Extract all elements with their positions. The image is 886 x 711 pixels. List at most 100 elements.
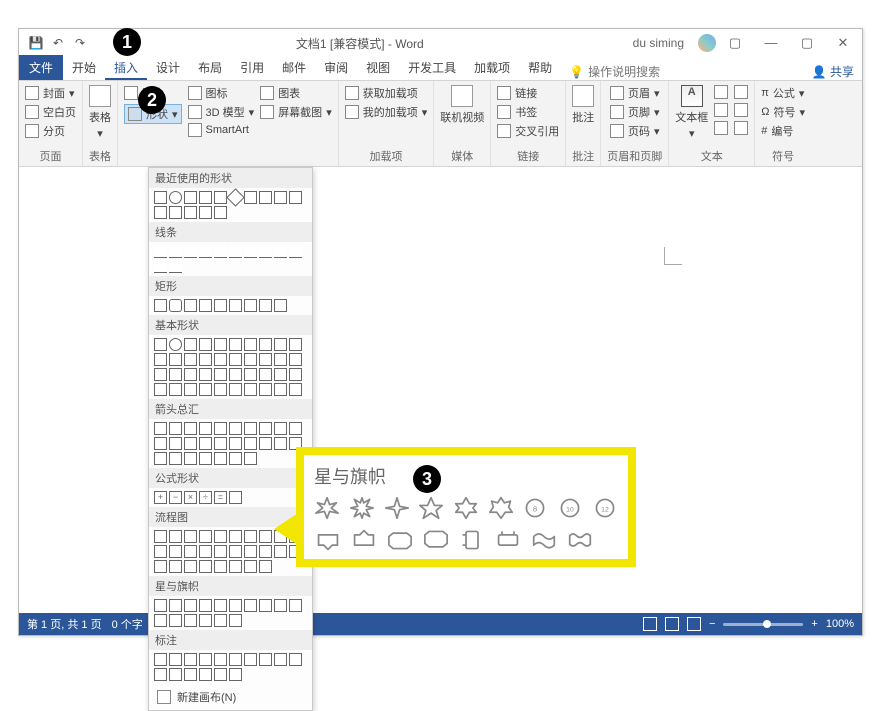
- cover-page-button[interactable]: 封面 ▾: [25, 85, 75, 101]
- status-bar: 第 1 页, 共 1 页 0 个字 中文(中国) ▦ − + 100%: [19, 613, 862, 635]
- footer-button[interactable]: 页脚 ▾: [610, 104, 660, 120]
- tab-developer[interactable]: 开发工具: [399, 55, 465, 80]
- explosion1-icon[interactable]: [314, 495, 341, 521]
- status-words[interactable]: 0 个字: [112, 616, 143, 632]
- ribbon-down-icon[interactable]: [314, 527, 342, 553]
- callouts-grid[interactable]: [149, 650, 312, 684]
- basic-grid[interactable]: [149, 335, 312, 399]
- star8-icon[interactable]: 8: [522, 495, 549, 521]
- group-text: A文本框▾ 文本: [669, 81, 755, 166]
- zoom-in-icon[interactable]: +: [811, 618, 817, 630]
- group-label-symbols: 符号: [772, 148, 794, 164]
- zoom-percent[interactable]: 100%: [826, 618, 854, 630]
- smartart-button[interactable]: SmartArt: [188, 123, 249, 137]
- equation-grid[interactable]: +−×÷=: [149, 488, 312, 507]
- tab-mailings[interactable]: 邮件: [273, 55, 315, 80]
- rect-grid[interactable]: [149, 296, 312, 315]
- header-button[interactable]: 页眉 ▾: [610, 85, 660, 101]
- star12-icon[interactable]: 12: [591, 495, 618, 521]
- sig-line-icon[interactable]: [734, 85, 748, 99]
- textbox-button[interactable]: A文本框▾: [675, 85, 708, 140]
- ribbon-display-options-icon[interactable]: ▢: [722, 35, 748, 51]
- wave-icon[interactable]: [530, 527, 558, 553]
- user-name[interactable]: du siming: [633, 36, 684, 50]
- group-symbols: π 公式 ▾ Ω 符号 ▾ # 编号 符号: [755, 81, 811, 166]
- star4-icon[interactable]: [383, 495, 410, 521]
- redo-icon[interactable]: ↷: [73, 36, 87, 50]
- callout-pointer-icon: [274, 509, 304, 549]
- status-page[interactable]: 第 1 页, 共 1 页: [27, 616, 102, 632]
- dropcap-icon[interactable]: [714, 121, 728, 135]
- shapes-dropdown: 最近使用的形状 线条 矩形 基本形状 箭头总汇: [148, 167, 313, 711]
- double-wave-icon[interactable]: [566, 527, 594, 553]
- section-equation: 公式形状: [149, 468, 312, 488]
- table-button[interactable]: 表格▾: [89, 85, 111, 140]
- group-label-tables: 表格: [89, 148, 111, 164]
- explosion2-icon[interactable]: [349, 495, 376, 521]
- tab-home[interactable]: 开始: [63, 55, 105, 80]
- arrows-grid[interactable]: [149, 419, 312, 468]
- share-button[interactable]: 👤 共享: [812, 63, 854, 80]
- group-pages: 封面 ▾ 空白页 分页 页面: [19, 81, 83, 166]
- user-avatar-icon[interactable]: [698, 34, 716, 52]
- page-break-button[interactable]: 分页: [25, 123, 65, 139]
- blank-page-button[interactable]: 空白页: [25, 104, 76, 120]
- zoom-out-icon[interactable]: −: [709, 618, 715, 630]
- tab-insert[interactable]: 插入: [105, 55, 147, 80]
- tab-references[interactable]: 引用: [231, 55, 273, 80]
- get-addins-button[interactable]: 获取加载项: [345, 85, 418, 101]
- stars-grid[interactable]: [149, 596, 312, 630]
- crossref-button[interactable]: 交叉引用: [497, 123, 559, 139]
- view-print-icon[interactable]: [665, 617, 679, 631]
- my-addins-button[interactable]: 我的加载项 ▾: [345, 104, 428, 120]
- 3d-models-button[interactable]: 3D 模型 ▾: [188, 104, 255, 120]
- callout-title: 星与旗帜: [314, 463, 618, 489]
- tab-review[interactable]: 审阅: [315, 55, 357, 80]
- ribbon2-down-icon[interactable]: [386, 527, 414, 553]
- tab-help[interactable]: 帮助: [519, 55, 561, 80]
- view-read-icon[interactable]: [643, 617, 657, 631]
- recent-shapes-grid[interactable]: [149, 188, 312, 222]
- view-web-icon[interactable]: [687, 617, 701, 631]
- icons-button[interactable]: 图标: [188, 85, 228, 101]
- ribbon2-up-icon[interactable]: [422, 527, 450, 553]
- pagenum-button[interactable]: 页码 ▾: [610, 123, 660, 139]
- number-button[interactable]: # 编号: [761, 123, 793, 139]
- ribbon-up-icon[interactable]: [350, 527, 378, 553]
- save-icon[interactable]: 💾: [29, 36, 43, 50]
- tab-addins[interactable]: 加载项: [465, 55, 519, 80]
- star6-icon[interactable]: [453, 495, 480, 521]
- tab-design[interactable]: 设计: [147, 55, 189, 80]
- online-video-button[interactable]: 联机视频: [440, 85, 484, 125]
- chart-button[interactable]: 图表: [260, 85, 300, 101]
- symbol-button[interactable]: Ω 符号 ▾: [761, 104, 805, 120]
- bookmark-button[interactable]: 书签: [497, 104, 537, 120]
- wordart-icon[interactable]: [714, 103, 728, 117]
- object-icon[interactable]: [734, 121, 748, 135]
- tab-layout[interactable]: 布局: [189, 55, 231, 80]
- vertical-scroll-icon[interactable]: [458, 527, 486, 553]
- lines-grid[interactable]: [149, 242, 312, 276]
- screenshot-button[interactable]: 屏幕截图 ▾: [260, 104, 332, 120]
- maximize-icon[interactable]: ▢: [794, 35, 820, 51]
- star5-icon[interactable]: [418, 495, 445, 521]
- tell-me[interactable]: 💡 操作说明搜索: [569, 63, 660, 80]
- comment-button[interactable]: 批注: [572, 85, 594, 125]
- close-icon[interactable]: ✕: [830, 35, 856, 51]
- star7-icon[interactable]: [487, 495, 514, 521]
- datetime-icon[interactable]: [734, 103, 748, 117]
- undo-icon[interactable]: ↶: [51, 36, 65, 50]
- tab-view[interactable]: 视图: [357, 55, 399, 80]
- star10-icon[interactable]: 10: [557, 495, 584, 521]
- horizontal-scroll-icon[interactable]: [494, 527, 522, 553]
- step-marker-1: 1: [113, 28, 141, 56]
- minimize-icon[interactable]: —: [758, 35, 784, 51]
- zoom-slider[interactable]: [723, 623, 803, 626]
- new-canvas-item[interactable]: 新建画布(N): [149, 684, 312, 710]
- group-addins: 获取加载项 我的加载项 ▾ 加载项: [339, 81, 435, 166]
- section-arrows: 箭头总汇: [149, 399, 312, 419]
- equation-button[interactable]: π 公式 ▾: [761, 85, 804, 101]
- quick-parts-icon[interactable]: [714, 85, 728, 99]
- tab-file[interactable]: 文件: [19, 55, 63, 80]
- hyperlink-button[interactable]: 链接: [497, 85, 537, 101]
